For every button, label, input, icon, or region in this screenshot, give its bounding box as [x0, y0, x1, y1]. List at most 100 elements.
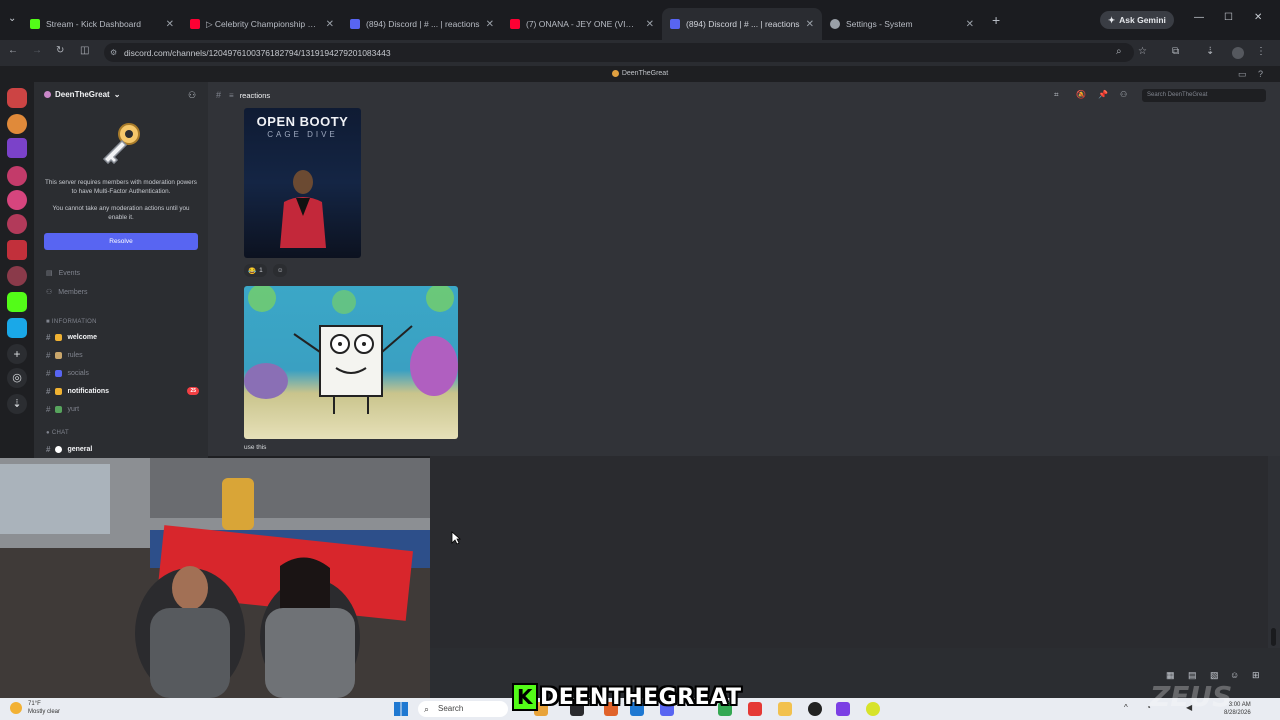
threads-icon[interactable]: ≡: [229, 91, 234, 100]
members-icon: ⚇: [46, 289, 53, 296]
channel-emoji-icon: [55, 446, 63, 453]
taskbar-search[interactable]: ⌕ Search: [418, 701, 508, 717]
minimize-icon[interactable]: —: [1194, 12, 1204, 23]
maximize-icon[interactable]: ☐: [1224, 12, 1233, 23]
server-icon[interactable]: [7, 190, 27, 210]
browser-tab-youtube-2[interactable]: (7) ONANA - JEY ONE (VIDEO O ✕: [502, 8, 662, 40]
reload-icon[interactable]: ↻: [56, 45, 64, 56]
downloads-icon[interactable]: ⇣: [1206, 46, 1214, 57]
poster-person-graphic: [280, 170, 326, 248]
url-text: discord.com/channels/1204976100376182794…: [124, 47, 391, 58]
inbox-icon[interactable]: ▭: [1238, 66, 1247, 82]
chat-scrollbar[interactable]: [1268, 456, 1280, 648]
movie-poster-image[interactable]: OPEN BOOTY CAGE DIVE: [244, 108, 361, 258]
server-icon[interactable]: [7, 240, 27, 260]
channel-yurt[interactable]: # yurt: [46, 404, 201, 415]
back-icon[interactable]: ←: [8, 45, 18, 56]
server-icon[interactable]: [7, 214, 27, 234]
side-panel-icon[interactable]: ◫: [80, 45, 89, 56]
members-label: Members: [58, 288, 88, 296]
obs-icon[interactable]: [808, 702, 822, 716]
close-tab-icon[interactable]: ✕: [966, 19, 974, 30]
weather-desc: Mostly clear: [28, 709, 61, 715]
app-icon[interactable]: [748, 702, 762, 716]
server-icon[interactable]: [7, 114, 27, 134]
browser-tab-settings[interactable]: Settings - System ✕: [822, 8, 982, 40]
close-tab-icon[interactable]: ✕: [486, 19, 494, 30]
emoji-picker-icon[interactable]: ☺: [1230, 670, 1239, 680]
channel-sidebar: DeenTheGreat ⌄ ⚇ This server requires me…: [34, 82, 208, 458]
tray-chevron-icon[interactable]: ^: [1124, 703, 1128, 712]
notification-bell-icon[interactable]: 🔕: [1076, 90, 1086, 99]
category-chat[interactable]: ● CHAT: [46, 430, 69, 436]
channel-emoji-icon: [55, 370, 63, 377]
server-icon[interactable]: [7, 166, 27, 186]
search-icon: ⌕: [424, 704, 430, 714]
menu-kebab-icon[interactable]: ⋮: [1256, 46, 1266, 57]
tab-search-icon[interactable]: ⌄: [8, 13, 18, 24]
channel-general[interactable]: # general: [46, 444, 201, 455]
discord-title-bar: DeenTheGreat ▭ ?: [0, 66, 1280, 82]
ask-gemini-button[interactable]: ✦ Ask Gemini: [1100, 11, 1174, 29]
hash-icon: #: [46, 387, 51, 396]
doodlebob-image[interactable]: [244, 286, 458, 439]
bookmark-star-icon[interactable]: ☆: [1138, 46, 1147, 57]
resolve-button[interactable]: Resolve: [44, 233, 198, 250]
pin-icon[interactable]: 📌: [1098, 90, 1108, 99]
new-tab-button[interactable]: +: [992, 12, 1000, 28]
channel-socials[interactable]: # socials: [46, 368, 201, 379]
channel-welcome[interactable]: # welcome: [46, 332, 201, 343]
member-list-icon[interactable]: ⚇: [1120, 90, 1127, 99]
add-reaction-button[interactable]: ☺: [272, 264, 288, 277]
forward-icon[interactable]: →: [32, 45, 42, 56]
zeus-watermark: ZEUS: [1150, 680, 1233, 713]
message-text: use this: [244, 444, 267, 451]
scrollbar-thumb[interactable]: [1271, 628, 1276, 646]
extensions-icon[interactable]: ⧉: [1172, 46, 1179, 57]
weather-widget[interactable]: 71°F Mostly clear: [28, 700, 60, 716]
events-link[interactable]: ▤ Events: [46, 269, 80, 278]
kick-server-icon[interactable]: [7, 292, 27, 312]
url-bar[interactable]: ⚙ discord.com/channels/12049761003761827…: [104, 43, 1134, 62]
server-icon[interactable]: [7, 318, 27, 338]
discover-compass-icon[interactable]: ◎: [7, 368, 27, 388]
browser-tab-discord[interactable]: (894) Discord | # ... | reactions ✕: [342, 8, 502, 40]
members-link[interactable]: ⚇ Members: [46, 288, 88, 297]
reaction-chip[interactable]: 😂 1: [244, 264, 267, 277]
app-icon[interactable]: [836, 702, 850, 716]
mouse-cursor-icon: [451, 531, 461, 545]
profile-avatar[interactable]: [1232, 47, 1244, 59]
kick-icon: [30, 19, 40, 29]
invite-people-icon[interactable]: ⚇: [188, 90, 196, 101]
category-label: INFORMATION: [51, 319, 97, 325]
search-input[interactable]: Search DeenTheGreat: [1142, 89, 1266, 102]
apps-icon[interactable]: ⊞: [1252, 670, 1260, 681]
close-tab-icon[interactable]: ✕: [646, 19, 654, 30]
close-tab-icon[interactable]: ✕: [326, 19, 334, 30]
close-window-icon[interactable]: ✕: [1254, 12, 1262, 23]
help-icon[interactable]: ?: [1258, 66, 1263, 82]
browser-tab-youtube[interactable]: ▷ Celebrity Championship Box ✕: [182, 8, 342, 40]
threads-icon[interactable]: ⌗: [1054, 90, 1059, 100]
browser-tab-kick[interactable]: Stream - Kick Dashboard ✕: [22, 8, 182, 40]
site-info-icon[interactable]: ⚙: [110, 48, 117, 57]
browser-tab-discord-active[interactable]: (894) Discord | # ... | reactions ✕: [662, 8, 822, 40]
app-icon[interactable]: [778, 702, 792, 716]
windows-start-icon[interactable]: [394, 702, 408, 716]
server-icon[interactable]: [7, 138, 27, 158]
discord-icon: [350, 19, 360, 29]
youtube-icon: [190, 19, 200, 29]
close-tab-icon[interactable]: ✕: [806, 19, 814, 30]
channel-notifications[interactable]: # notifications 25: [46, 386, 201, 397]
close-tab-icon[interactable]: ✕: [166, 19, 174, 30]
server-header[interactable]: DeenTheGreat ⌄: [44, 90, 120, 99]
add-server-icon[interactable]: +: [7, 344, 27, 364]
zoom-icon[interactable]: ⌕: [1116, 46, 1122, 57]
server-icon[interactable]: [7, 88, 27, 108]
server-icon[interactable]: [7, 266, 27, 286]
app-icon[interactable]: [866, 702, 880, 716]
tab-title: ▷ Celebrity Championship Box: [206, 18, 320, 29]
channel-rules[interactable]: # rules: [46, 350, 201, 361]
category-information[interactable]: ■ INFORMATION: [46, 319, 97, 325]
download-apps-icon[interactable]: ⇣: [7, 394, 27, 414]
